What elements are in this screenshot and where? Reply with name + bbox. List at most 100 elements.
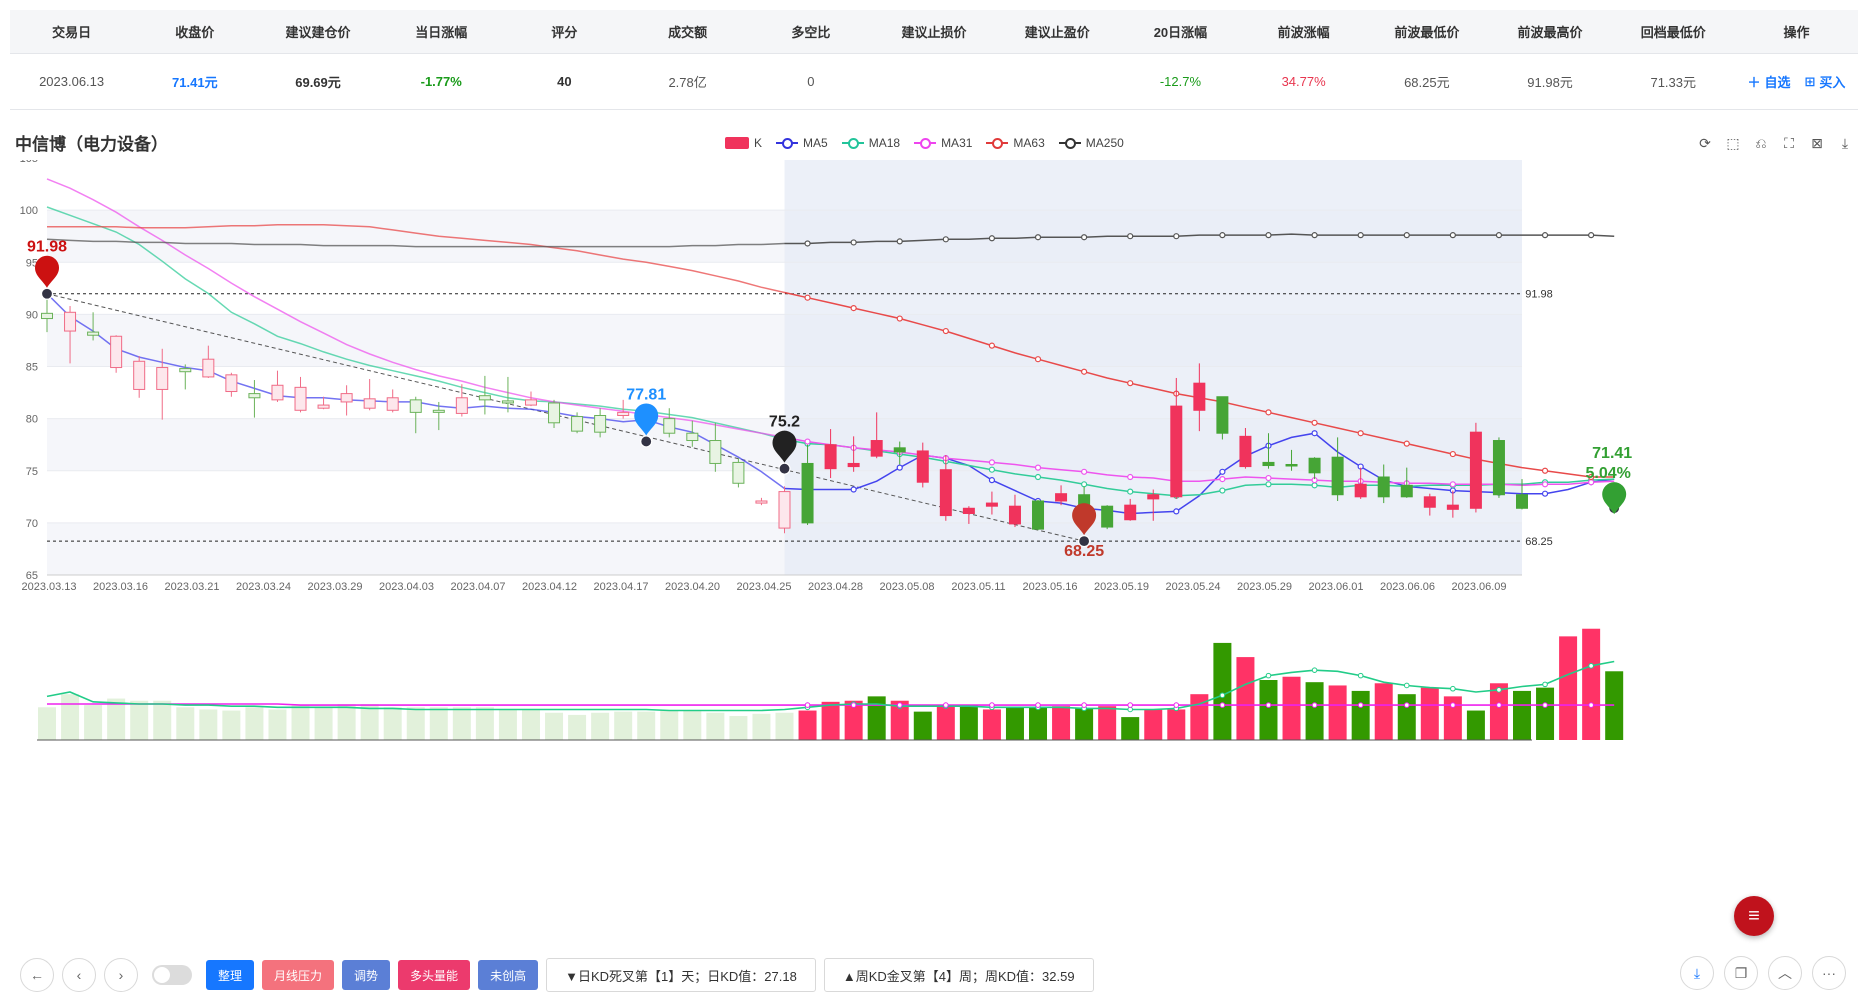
candle-body [455,397,468,414]
menu-button[interactable]: ≡ [1734,896,1774,936]
refresh-icon[interactable]: ⟳ [1696,134,1714,152]
buy-button[interactable]: ⊞ 买入 [1805,72,1846,91]
header-cell: 收盘价 [175,25,215,40]
volume-ma-point [1496,687,1502,693]
volume-bar [429,707,448,740]
candle-body [939,469,952,517]
zoom-area-icon[interactable]: ⬚ [1724,134,1742,152]
header-cell: 成交额 [668,25,708,40]
x-tick-label: 2023.05.16 [1022,581,1077,593]
ma-point [1311,482,1318,489]
candle-body [548,402,561,424]
back-button[interactable]: ← [20,958,54,992]
candle-body [1331,456,1344,496]
next-button[interactable]: › [104,958,138,992]
ma-point [1265,481,1272,488]
download-icon[interactable]: ⤓ [1836,134,1854,152]
volume-bar [936,706,955,740]
pullback-low: 71.33元 [1650,75,1697,90]
candle-body [386,397,399,411]
restore-icon[interactable]: ⛶ [1780,134,1798,152]
turnover: 2.78亿 [668,75,707,90]
y-tick-label: 100 [20,205,38,217]
tag-bull-volume[interactable]: 多头量能 [398,960,471,990]
legend-item-ma63[interactable]: MA63 [986,136,1045,150]
data-view-icon[interactable]: ⊠ [1808,134,1826,152]
volume-ma-point [1357,672,1364,679]
x-tick-label: 2023.03.13 [21,581,76,593]
volume-bar [706,712,725,740]
add-watchlist-button[interactable]: ＋自选 [1747,72,1790,91]
volume-bar [406,707,425,740]
header-cell: 交易日 [52,25,92,40]
more-button[interactable]: ··· [1812,956,1846,990]
zoom-reset-icon[interactable]: ⎌ [1752,134,1770,152]
candle-body [179,368,192,373]
marker-label: 75.2 [769,414,800,431]
ma-point [1541,481,1549,488]
x-tick-label: 2023.04.20 [665,581,720,593]
candle-body [478,395,491,401]
volume-ma-point [1542,681,1548,688]
legend-item-ma250[interactable]: MA250 [1058,136,1124,150]
candle-body [1285,463,1298,467]
x-tick-label: 2023.06.09 [1451,581,1506,593]
ma-point [850,239,857,246]
candle-body [1147,494,1160,500]
volume-bar [1052,706,1071,740]
volume-bar [38,707,56,740]
take-profit-price [996,54,1119,109]
volume-ma-point [1588,702,1594,708]
candle-body [824,444,837,470]
x-tick-label: 2023.04.03 [379,581,434,593]
tag-trend[interactable]: 调势 [342,960,391,990]
legend-item-k[interactable]: K [725,136,762,150]
ref-line-label: 68.25 [1525,536,1553,548]
ma-point [1495,232,1503,239]
copy-button[interactable]: ❐ [1724,956,1758,990]
volume-bar [1420,687,1439,740]
header-cell: 回档最低价 [1640,25,1706,40]
volume-bar [1374,683,1393,740]
legend-item-ma5[interactable]: MA5 [776,136,828,150]
volume-bar [821,701,840,740]
ma-point [1127,473,1134,481]
ma-point [1311,430,1318,437]
prev-wave-low: 68.25元 [1404,75,1450,90]
legend-label: MA63 [1013,136,1045,150]
header-cell: 建议建仓价 [285,25,351,40]
tag-monthly-pressure[interactable]: 月线压力 [262,960,335,990]
legend-item-ma18[interactable]: MA18 [841,136,900,150]
volume-bar [1121,717,1140,740]
candle-body [271,384,284,401]
header-cell: 20日涨幅 [1153,25,1208,40]
candle-body [962,507,975,514]
volume-bar [591,712,610,740]
volume-bar [222,710,241,740]
x-tick-label: 2023.03.16 [93,581,148,593]
volume-bar [1397,694,1416,740]
ma-point [1173,508,1180,515]
ref-line-label: 91.98 [1525,289,1553,301]
volume-bar [959,705,978,740]
ma-point [1357,430,1364,437]
candle-body [524,399,537,406]
x-tick-label: 2023.05.29 [1237,581,1292,593]
mode-toggle[interactable] [152,965,192,985]
ma-point [988,235,996,242]
tag-consolidate[interactable]: 整理 [206,960,255,990]
close-price: 71.41元 [172,75,218,90]
header-cell: 建议止盈价 [1024,25,1090,40]
prev-button[interactable]: ‹ [62,958,96,992]
ma-point [1311,419,1318,426]
header-cell: 前波最高价 [1517,25,1583,40]
tag-no-new-high[interactable]: 未创高 [478,960,539,990]
chart-legend: K MA5 MA18 MA31 MA63 MA250 [725,136,1124,150]
ma-point [1127,488,1134,495]
volume-ma-point [1542,702,1548,708]
scroll-top-button[interactable]: ︿ [1768,956,1802,990]
download-button[interactable]: ⤓ [1680,956,1714,990]
ma-point [1081,234,1088,241]
candle-body [985,502,998,507]
legend-item-ma31[interactable]: MA31 [914,136,972,150]
